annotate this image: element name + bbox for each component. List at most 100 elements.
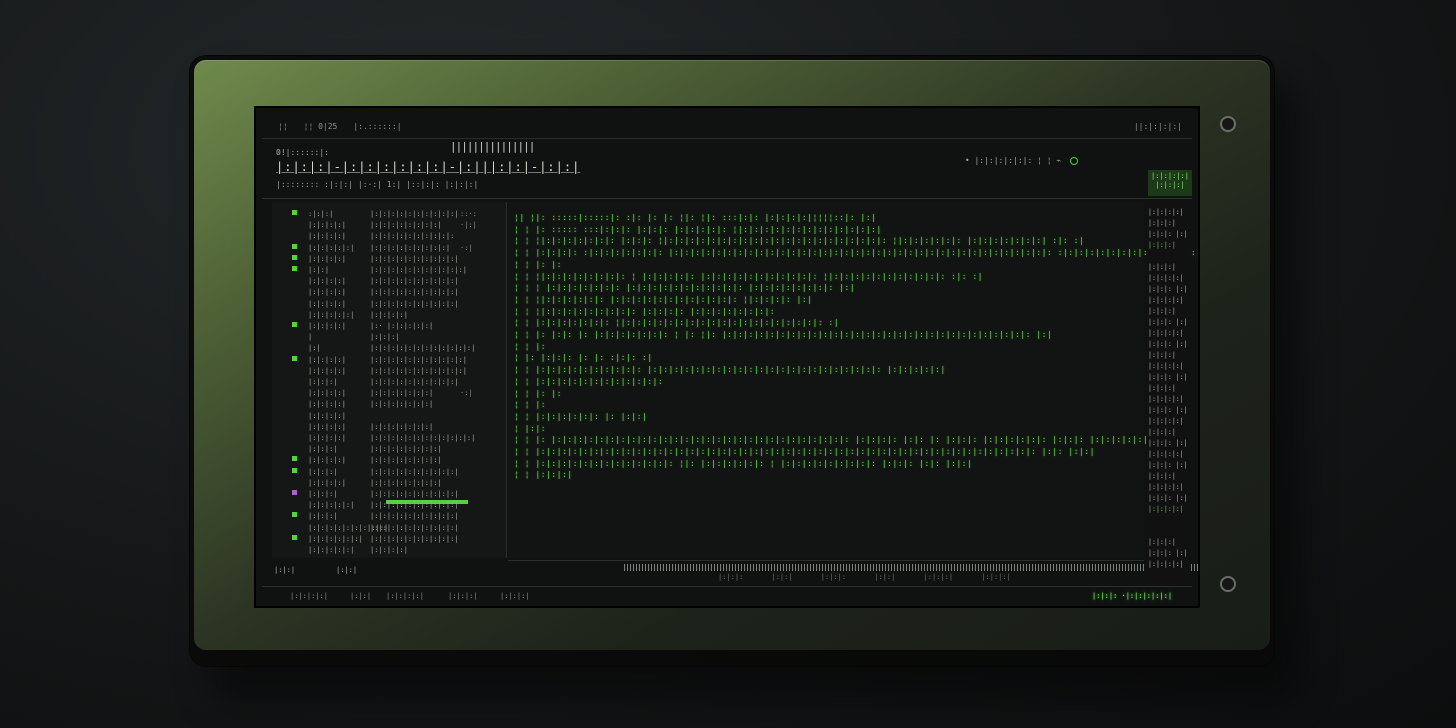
footer-item[interactable]: |:|:|	[350, 592, 371, 600]
code-line[interactable]: ¦ ¦ |: ::::: :::|:|:|: |:|:|: |:|:|:|:|:…	[514, 224, 882, 234]
sidebar-row[interactable]: |:|:|:| |:|:|:|:|:|:|:|:|:|:|	[272, 467, 506, 478]
sidebar-row[interactable]: |:|:|:|:| |:|:|:|:|:|:|:|:|:|:|	[272, 277, 506, 287]
code-line[interactable]: ¦ ¦ |:|:|:|:|:|:|: ¦|:|:|:|:|:|:|:|:|:|:…	[514, 317, 839, 327]
code-editor[interactable]: ¦| ¦|: :::::|:::::|: :|: |: |: ¦|: ¦|: :…	[508, 202, 1198, 558]
sidebar-row[interactable]: |:|:|:|:|:|:|:|:|:| |:|:|:|:|:|:|:|:|:|:|	[272, 524, 506, 534]
sidebar-row[interactable]: |:|:|:|:| |:|:|:|:|:|:|:|:|:|:|	[272, 288, 506, 298]
sidebar-row[interactable]: |:|:|:|:| |:|:|:|:|:|:|:|:|:|:|	[272, 254, 506, 265]
code-line[interactable]: ¦ ¦ ¦|:|:|:|:|:|:|:|:|: |:|:|:|: |:|:|:|…	[514, 306, 775, 316]
sidebar-row[interactable]: |:|:|:|:| |:|:|:|:|:|:|:|:|	[272, 479, 506, 489]
code-line[interactable]: ¦| ¦|: :::::|:::::|: :|: |: |: ¦|: ¦|: :…	[514, 212, 876, 222]
code-line[interactable]: ¦ ¦ |:|:|:|	[514, 469, 573, 479]
sidebar-row[interactable]: |:|:|:|:| |:|:|:|:|:|:|:|:|:|:|	[272, 300, 506, 310]
sidebar-row[interactable]: |:| |:|:|:|:|:|:|:|:|:|:|:|:|	[272, 344, 506, 354]
row-value: |:|:|:|:|:|:|:|:|:|:|:|	[370, 266, 467, 274]
code-line[interactable]: ¦ |: |:|:|: |: |: :|:|: :|	[514, 352, 653, 362]
sidebar-row[interactable]: |:|:| |:|:|:|:|:|:|:|:|:|:|:|	[272, 266, 506, 276]
footer-item[interactable]: |:|:|:|	[500, 592, 530, 600]
top-knob-icon[interactable]	[1220, 116, 1236, 132]
titlebar-item[interactable]: ¦¦ 0|25	[304, 122, 338, 131]
sidebar-row[interactable]: |:|:|:|:| |:|:|:|:|:|:|:|	[272, 423, 506, 433]
sidebar-row[interactable]: |:|:|:| |:|:|:|:|:|:|:|:|:|:|	[272, 378, 506, 388]
header-right-text[interactable]: • |:|:|:|:|:|: ¦ ¦ ⌁	[965, 156, 1061, 165]
code-line[interactable]: ¦ ¦ |: |:	[514, 259, 562, 269]
code-line[interactable]: ¦ ¦ ¦|:|:|:|:|:|:|: |:|:|: ¦|:|:|:|:|:|:…	[514, 235, 1084, 245]
row-marker-icon	[292, 467, 297, 473]
sidebar-row[interactable]: |:|:|:| |:|:|:|:|:|:|:|:|:|:|	[272, 512, 506, 522]
sidebar-row[interactable]: |:|:|:|:| |:|:|:|:|:|:|:|:|:|:|:|:|	[272, 434, 506, 444]
sidebar-row[interactable]: |:|:|:|:| |:|:|:|:|:|:|:| ·:|	[272, 389, 506, 399]
right-panel-item: |:|:|: |:|	[1148, 461, 1188, 469]
footer-item[interactable]: |:|:|:|:|	[386, 592, 424, 600]
breadcrumb[interactable]: 0!|::::::|:	[276, 148, 329, 157]
row-value: |:|:|:|:|:|:|:|:|:|:|	[370, 210, 459, 218]
footer-status: |:|:|: ·|:|:|:|:|:|	[1092, 592, 1173, 600]
row-marker-icon	[292, 445, 297, 450]
row-value: |:|:|:|:|:|:|:|:|:|:|	[370, 378, 459, 386]
sidebar-row[interactable]: |:|:|:|:|:|:| |:|:|:|:|:|:|:|:|:|:|	[272, 534, 506, 545]
code-line[interactable]: ¦ ¦ |: |:	[514, 388, 562, 398]
sidebar-row[interactable]: |:|:|:|:| |:|:|:|:|:|:|:|:|:|:	[272, 232, 506, 242]
row-name: |:|:|:|:|	[308, 288, 346, 297]
sidebar-row[interactable]: |:|:|:|:| |:|:|:|:|:|:|:|:|:|:|:|	[272, 355, 506, 366]
row-name: |:|:|:|	[308, 490, 338, 498]
timeline-ruler[interactable]: |:|:|: |:|:| |:|:|: |:|:| |:|:|:| |:|:|:…	[508, 560, 1198, 583]
row-value: |:|:|:|:|:|:|:|:|	[370, 221, 442, 230]
bottom-knob-icon[interactable]	[1220, 576, 1236, 592]
row-value: |:|:|:|:|:|:|:|:|:|:|	[370, 467, 459, 476]
code-line[interactable]: ¦ ¦ |:	[514, 399, 546, 409]
row-number: ::·:	[460, 210, 477, 218]
row-marker-icon	[292, 412, 297, 417]
status-box[interactable]: |:|:|:|:| |:|:|:|	[1148, 170, 1192, 196]
row-name: |:|:|:|:|	[308, 232, 346, 241]
code-line[interactable]: ¦ ¦ |:|:|:|:|:|:|:|:|:|:|:|:|:|:|:|:|:|:…	[514, 446, 1095, 456]
sidebar-row[interactable]: |:|:|:| |:|:|:|:|:|:|:|:|:|:|	[272, 490, 506, 500]
sidebar-row[interactable]: |:|:|:|:| |:|:|:|:|:|:|:|	[272, 400, 506, 410]
code-line[interactable]: ¦ ¦ |: |:|:|:|:|:|:|:|:|:|:|:|:|:|:|:|:|…	[514, 434, 1170, 444]
titlebar: ¦¦ ¦¦ 0|25 |:.::::::| ||:|:|:|:|	[262, 114, 1192, 139]
code-line[interactable]: ¦ ¦ ¦|:|:|:|:|:|:|:|: ¦ |:|:|:|:|: |:|:|…	[514, 271, 983, 281]
code-line[interactable]: ¦ ¦ ¦ |:|:|:|:|:|:|: |:|:|:|:|:|:|:|:|:|…	[514, 282, 855, 292]
sidebar-row[interactable]: |:|:|:|:| |:|:|:|:|:|:|:|:|	[272, 456, 506, 466]
right-panel-item: |:|:|:|	[1148, 538, 1176, 546]
row-name: |:|:|:|:|	[308, 400, 346, 409]
row-value: |:|:|:|:|:|:|:|:|:|:|:|	[370, 366, 467, 375]
sidebar-row[interactable]: | |:|:|:|	[272, 333, 506, 343]
row-name: |:|:|:|:|	[308, 422, 346, 431]
sidebar-row[interactable]: |:|:|:|:| |:· |:|:|:|:|:|	[272, 322, 506, 332]
sidebar-row[interactable]: |:|:|:|:|:| |:|:|:|:|	[272, 311, 506, 321]
sidebar-row[interactable]: |:|:|:|:|	[272, 412, 506, 422]
sidebar-row[interactable]: :|:|:| |:|:|:|:|:|:|:|:|:|:|::·:	[272, 210, 506, 220]
header-controls[interactable]: • |:|:|:|:|:|: ¦ ¦ ⌁	[965, 156, 1078, 165]
code-line[interactable]: ¦ ¦ |:	[514, 341, 546, 351]
code-line[interactable]: ¦ ¦ |: |:|: |: |:|:|:|:|:|:|: ¦ |: ¦|: |…	[514, 329, 1052, 339]
code-line[interactable]: ¦ ¦ |:|:|:|:|:|:|:|:|:|:|:|:|: ¦|: |:|:|…	[514, 458, 972, 468]
row-marker-icon	[292, 423, 297, 428]
code-line[interactable]: ¦ ¦ |:|:|:|: :|:|:|:|:|:|:|: |:|:|:|:|:|…	[514, 247, 1198, 257]
page-header: 0!|::::::|: |:|:|:|-|:|:|:|:|:|:|-|:|||:…	[268, 140, 1188, 198]
sidebar-row[interactable]: |:|:|:|:|:| |:|:|:|:|:|:|:|:|:|:|	[272, 501, 506, 511]
code-line[interactable]: ¦ ¦ |:|:|:|:|:|:|:|:|:|:|:|:	[514, 376, 663, 386]
divider	[262, 198, 1192, 199]
code-line[interactable]: ¦ ¦ |:|:|:|:|:|:|:|:|:|: |:|:|:|:|:|:|:|…	[514, 364, 946, 374]
footer-item[interactable]: |:|:|:|	[448, 592, 478, 600]
row-name: |:|:|:|:|	[308, 366, 346, 375]
sidebar-row[interactable]: |:|:|:|:| |:|:|:|:|:|:|:|:| ·|:|	[272, 221, 506, 231]
titlebar-item[interactable]: ¦¦	[278, 122, 288, 131]
row-value: |:|:|:|:|	[370, 546, 408, 554]
sidebar-row[interactable]: |:|:|:|:| |:|:|:|:|:|:|:|:|:|:|:|	[272, 367, 506, 377]
footer-item[interactable]: |:|:|:|:|	[290, 592, 328, 600]
row-name: |:|:|:|:|	[308, 254, 346, 263]
code-line[interactable]: ¦ |:|:	[514, 423, 546, 433]
right-panel-item: |:|:|:|	[1148, 384, 1176, 392]
sidebar-row[interactable]: |:|:|:|:|:| |:|:|:|:|:|:|:|:|:| ·:|	[272, 243, 506, 254]
code-line[interactable]: ¦ ¦ ¦|:|:|:|:|:|: |:|:|:|:|:|:|:|:|:|:|:…	[514, 294, 812, 304]
sidebar-row[interactable]: |:|:|:| |:|:|:|:|:|:|:|:|	[272, 445, 506, 455]
right-panel-item: |:|:|:|	[1148, 307, 1176, 315]
row-value: |:|:|:|:|:|:|:|:|:|:|	[370, 501, 459, 510]
code-line[interactable]: ¦ ¦ |:|:|:|:|:|: |: |:|:|	[514, 411, 647, 421]
row-marker-icon	[292, 232, 297, 237]
titlebar-item[interactable]: |:.::::::|	[353, 122, 401, 131]
sidebar-row[interactable]: |:|:|:|:|:| |:|:|:|:|	[272, 546, 506, 556]
ruler-labels: |:|:|: |:|:| |:|:|: |:|:| |:|:|:| |:|:|:…	[718, 573, 1011, 581]
